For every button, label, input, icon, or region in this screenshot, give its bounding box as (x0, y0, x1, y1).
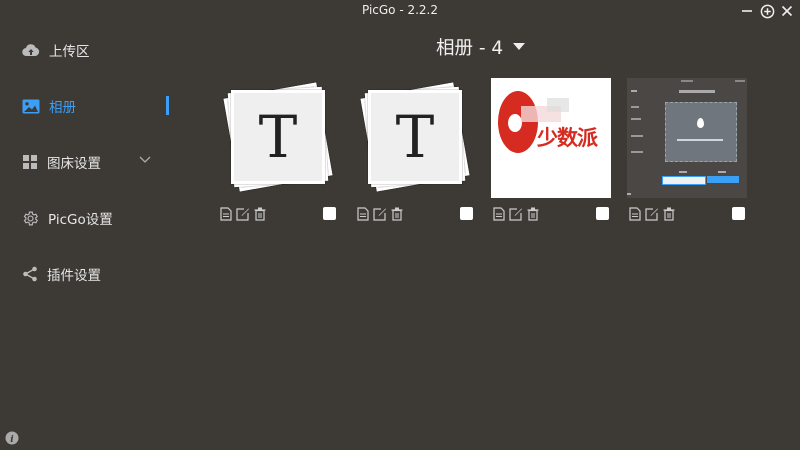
document-icon[interactable] (355, 206, 370, 221)
gallery-item: T (355, 78, 475, 228)
sidebar-item-gallery[interactable]: 相册 (22, 94, 76, 118)
select-checkbox[interactable] (460, 207, 473, 220)
select-checkbox[interactable] (596, 207, 609, 220)
select-checkbox[interactable] (323, 207, 336, 220)
gear-icon (23, 211, 38, 225)
sidebar-item-label: 图床设置 (47, 156, 101, 172)
gallery-item: 少数派 (491, 78, 611, 228)
app-screenshot-image (627, 78, 747, 198)
active-indicator (166, 96, 169, 115)
edit-icon[interactable] (372, 206, 387, 221)
image-actions (627, 206, 676, 221)
select-checkbox[interactable] (732, 207, 745, 220)
maximize-button[interactable] (758, 2, 776, 20)
sidebar-item-upload[interactable]: 上传区 (22, 38, 90, 62)
trash-icon[interactable] (252, 206, 267, 221)
chevron-down-icon (139, 156, 151, 163)
plus-circle-icon (760, 4, 774, 18)
edit-icon[interactable] (644, 206, 659, 221)
image-actions (355, 206, 404, 221)
close-icon (781, 5, 793, 17)
document-icon[interactable] (627, 206, 642, 221)
sidebar: 上传区 相册 图床设置 PicGo设置 插件设置 i (0, 24, 180, 450)
typora-logo-image: T (359, 80, 471, 196)
sspai-logo-image: 少数派 (491, 78, 611, 198)
gallery-item: T (218, 78, 338, 228)
minimize-icon (742, 10, 752, 12)
trash-icon[interactable] (661, 206, 676, 221)
image-icon (22, 99, 40, 113)
trash-icon[interactable] (389, 206, 404, 221)
gallery-item (627, 78, 747, 228)
sidebar-item-label: PicGo设置 (48, 212, 113, 228)
minimize-button[interactable] (738, 2, 756, 20)
gallery-image[interactable]: T (218, 78, 338, 198)
gallery-title-dropdown[interactable]: 相册 - 4 (436, 34, 526, 60)
edit-icon[interactable] (508, 206, 523, 221)
share-icon (23, 266, 37, 282)
image-actions (491, 206, 540, 221)
sidebar-item-pic-bed-settings[interactable]: 图床设置 (22, 150, 152, 174)
sidebar-item-picgo-settings[interactable]: PicGo设置 (22, 206, 113, 230)
gallery-image[interactable]: T (355, 78, 475, 198)
sidebar-item-label: 相册 (49, 100, 76, 116)
close-button[interactable] (778, 2, 796, 20)
image-actions (218, 206, 267, 221)
info-icon[interactable]: i (5, 431, 19, 445)
window-title: PicGo - 2.2.2 (361, 3, 439, 17)
gallery-title: 相册 - 4 (436, 38, 504, 59)
cloud-upload-icon (22, 44, 40, 57)
svg-text:i: i (10, 435, 14, 445)
gallery-image[interactable]: 少数派 (491, 78, 611, 198)
gallery-image[interactable] (627, 78, 747, 198)
document-icon[interactable] (218, 206, 233, 221)
document-icon[interactable] (491, 206, 506, 221)
trash-icon[interactable] (525, 206, 540, 221)
grid-icon (23, 155, 37, 169)
title-bar: PicGo - 2.2.2 (0, 0, 800, 24)
sidebar-item-label: 插件设置 (47, 268, 101, 284)
sidebar-item-label: 上传区 (49, 44, 90, 60)
sidebar-item-plugin-settings[interactable]: 插件设置 (22, 262, 101, 286)
typora-logo-image: T (222, 80, 334, 196)
caret-down-icon (513, 43, 526, 50)
edit-icon[interactable] (235, 206, 250, 221)
